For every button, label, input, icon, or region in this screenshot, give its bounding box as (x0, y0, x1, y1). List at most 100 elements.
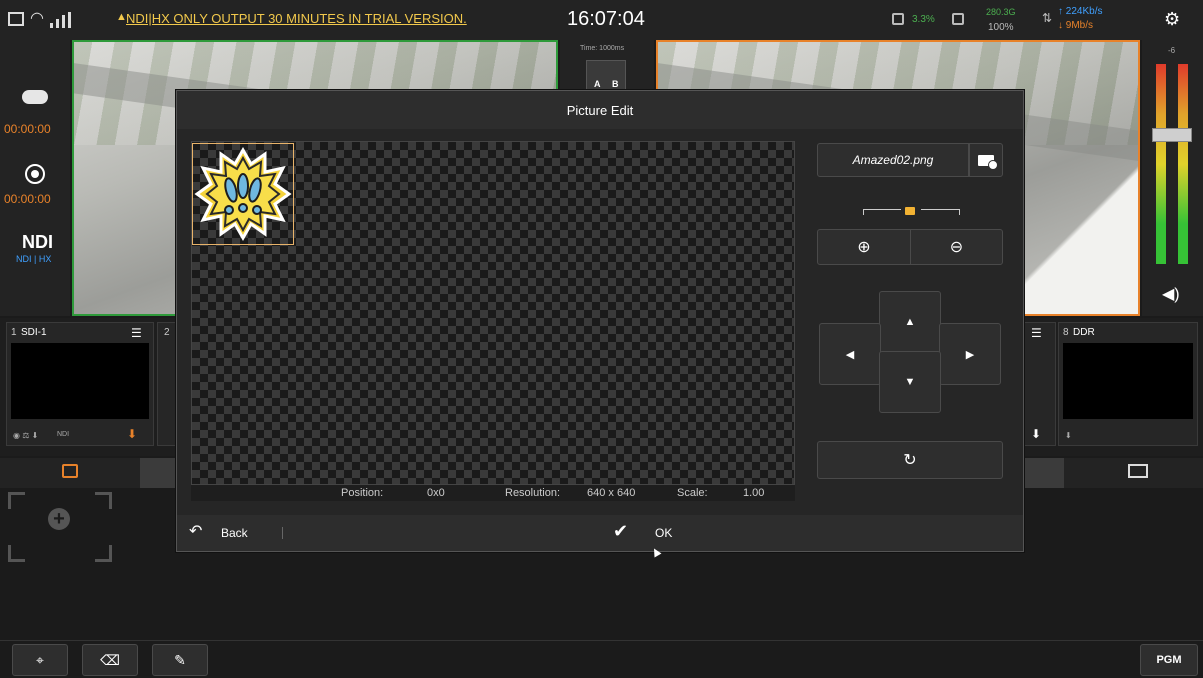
overlay-tab-right[interactable] (1024, 458, 1064, 488)
upload-rate: ↑ 224Kb/s (1058, 6, 1103, 17)
download-rate: ↓ 9Mb/s (1058, 20, 1094, 31)
aspect-lock[interactable] (863, 203, 961, 217)
source-preview-8 (1063, 343, 1193, 419)
move-up-button[interactable]: ▲ (879, 291, 941, 353)
audio-meter-left-bar (1156, 64, 1166, 264)
source-name-8: DDR (1073, 327, 1095, 338)
overlay-tab-active[interactable] (140, 458, 180, 488)
source-menu-icon[interactable]: ☰ (131, 326, 142, 340)
audio-meter-right-bar (1178, 64, 1188, 264)
source-name-1: SDI-1 (21, 327, 47, 338)
source-index-1: 1 (11, 327, 17, 338)
network-status-icon (8, 12, 24, 26)
resolution-value: 640 x 640 (587, 487, 636, 499)
source-7-upload-icon[interactable]: ⬇ (1031, 427, 1041, 441)
left-control-panel: 00:00:00 00:00:00 NDI NDI | HX (0, 40, 70, 316)
source-preview-1 (11, 343, 149, 419)
top-status-bar: ◠ ▲ NDI|HX ONLY OUTPUT 30 MINUTES IN TRI… (0, 0, 1203, 40)
transition-a: A (594, 79, 601, 89)
arrow-up-icon: ▲ (904, 316, 916, 328)
reset-icon: ↻ (903, 452, 917, 469)
back-arrow-icon: ↶ (189, 523, 203, 540)
arrow-down-icon: ▼ (904, 376, 916, 388)
settings-gear-icon[interactable]: ⚙ (1164, 9, 1180, 30)
backspace-icon: ⌫ (100, 651, 120, 668)
lock-line-right (921, 209, 959, 210)
source-index-2: 2 (164, 327, 170, 338)
add-plus-icon: + (48, 508, 70, 530)
dialog-footer: ↶ Back ✔ OK (177, 515, 1023, 551)
ok-label: OK (655, 526, 673, 540)
scale-label: Scale: (677, 487, 708, 499)
arrow-right-icon: ▶ (965, 348, 975, 361)
source-index-8: 8 (1063, 327, 1069, 338)
dialog-title: Picture Edit (566, 103, 634, 118)
source-tile-7-edge[interactable]: ☰ ⬇ (1024, 322, 1056, 446)
scale-value: 1.00 (743, 487, 765, 499)
amazed-sticker-image (194, 146, 292, 242)
resolution-label: Resolution: (505, 487, 561, 499)
disk-free: 280.3G (986, 7, 1016, 17)
disk-icon (952, 13, 964, 25)
audio-meter-panel: -6 ◀) (1142, 40, 1203, 316)
move-right-button[interactable]: ▶ (939, 323, 1001, 385)
wifi-icon: ◠ (30, 10, 44, 27)
delete-all-button[interactable]: ⌖ (12, 644, 68, 676)
speaker-icon[interactable]: ◀) (1162, 284, 1180, 304)
picture-selection[interactable] (192, 143, 294, 245)
back-button[interactable]: ↶ Back (189, 523, 269, 543)
trash-icon: ⌖ (36, 651, 44, 668)
transfer-icon: ⇅ (1042, 11, 1053, 25)
zoom-in-icon: ⊕ (857, 239, 871, 256)
lock-line-left-tick (863, 209, 864, 215)
trial-warning-link[interactable]: NDI|HX ONLY OUTPUT 30 MINUTES IN TRIAL V… (126, 11, 467, 26)
picture-info-bar: Position: 0x0 Resolution: 640 x 640 Scal… (191, 485, 795, 501)
zoom-out-button[interactable]: ⊖ (910, 229, 1003, 265)
lock-line-left (863, 209, 901, 210)
ndi-hx-label: NDI | HX (16, 254, 52, 264)
move-left-button[interactable]: ◀ (819, 323, 881, 385)
position-label: Position: (341, 487, 384, 499)
filename-field[interactable]: Amazed02.png (817, 143, 969, 177)
reset-button[interactable]: ↻ (817, 441, 1003, 479)
checkmark-icon: ✔ (613, 521, 629, 541)
clock: 16:07:04 (567, 8, 645, 30)
cloud-stream-icon[interactable] (22, 90, 48, 104)
transition-b: B (612, 79, 619, 89)
cpu-value: 3.3% (912, 14, 935, 25)
transition-time: Time: 1000ms (580, 45, 625, 52)
source-tile-2[interactable]: 2 (157, 322, 177, 446)
zoom-in-button[interactable]: ⊕ (817, 229, 911, 265)
footer-divider (282, 527, 283, 539)
ok-button[interactable]: ✔ OK (613, 521, 683, 545)
dialog-header: Picture Edit (177, 91, 1023, 129)
arrow-left-icon: ◀ (845, 348, 855, 361)
record-icon[interactable] (25, 164, 45, 184)
lock-icon (905, 207, 915, 215)
source-8-footer-icon: ⬇ (1065, 431, 1072, 440)
source-upload-icon[interactable]: ⬇ (127, 427, 137, 441)
no-signal-tab-icon[interactable] (1128, 464, 1148, 478)
ndi-logo[interactable]: NDI (22, 232, 53, 253)
backspace-button[interactable]: ⌫ (82, 644, 138, 676)
add-overlay-button[interactable]: + (8, 492, 112, 562)
pgm-button[interactable]: PGM (1140, 644, 1198, 676)
folder-add-icon (978, 154, 998, 170)
back-label: Back (221, 526, 248, 540)
cpu-icon (892, 13, 904, 25)
source-footer-ndi: NDI (57, 431, 70, 438)
audio-fader-handle[interactable] (1152, 128, 1192, 142)
edit-icon: ✎ (174, 651, 186, 668)
disk-usage: 100% (988, 22, 1014, 33)
open-folder-button[interactable] (969, 143, 1003, 177)
transition-ab-button[interactable]: A B (586, 60, 626, 94)
source-7-menu-icon[interactable]: ☰ (1031, 326, 1042, 340)
source-tile-1[interactable]: 1 SDI-1 ☰ ◉ ⚖ ⬇ NDI ⬇ (6, 322, 154, 446)
stream-timer: 00:00:00 (4, 122, 51, 136)
source-tile-8[interactable]: 8 DDR ⬇ (1058, 322, 1198, 446)
edit-button[interactable]: ✎ (152, 644, 208, 676)
move-down-button[interactable]: ▼ (879, 351, 941, 413)
image-overlay-tab-icon[interactable] (62, 464, 78, 478)
meter-scale-top: -6 (1168, 46, 1176, 55)
picture-edit-dialog: Picture Edit Position: 0x0 Resolution: 6… (176, 90, 1024, 552)
